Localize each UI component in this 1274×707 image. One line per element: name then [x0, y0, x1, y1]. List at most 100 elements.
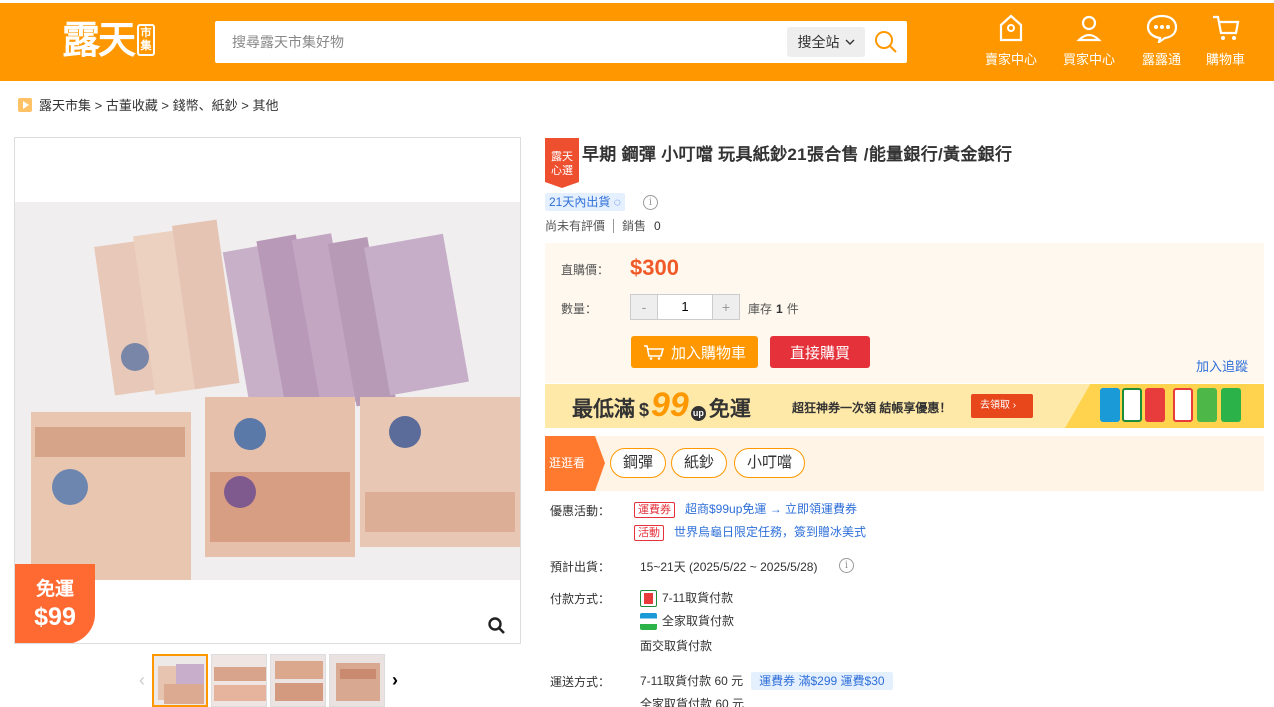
- badge-line1: 露天: [551, 150, 573, 163]
- coupon-cup-icon: [1221, 388, 1241, 422]
- rating-sales: 尚未有評價 銷售 0: [545, 217, 661, 234]
- promo-headline: 最低滿 $ 99 up 免運: [572, 386, 751, 424]
- nav-label: 購物車: [1206, 52, 1246, 67]
- shipping-option: 7-11取貨付款 60 元運費券 滿$299 運費$30: [640, 672, 893, 690]
- nav-label: 露露通: [1142, 52, 1182, 67]
- explore-chip[interactable]: 紙鈔: [671, 448, 728, 478]
- shipping-option-label: 7-11取貨付款 60 元: [640, 674, 744, 688]
- coupon-cup-icon: [1100, 388, 1120, 422]
- stock-prefix: 庫存: [748, 302, 773, 316]
- chevron-down-icon: [845, 39, 854, 45]
- product-photo: [15, 202, 520, 580]
- top-header: 露天 市集 搜全站 賣家中心 買家中心 露露通 購物車: [0, 3, 1274, 81]
- family-mart-icon: [640, 613, 657, 631]
- eta-label: 預計出貨：: [550, 560, 611, 574]
- breadcrumb: 露天市集 > 古董收藏 > 錢幣、紙鈔 > 其他: [18, 95, 278, 114]
- cart-icon: [643, 345, 665, 360]
- stock-unit: 件: [786, 302, 799, 316]
- nav-label: 賣家中心: [985, 52, 1038, 67]
- thumbnail[interactable]: [270, 654, 326, 707]
- payment-label: 付款方式：: [550, 592, 611, 606]
- shipping-coupon[interactable]: 運費券 滿$299 運費$30: [751, 672, 893, 690]
- chevron-left-icon[interactable]: ‹: [135, 670, 149, 691]
- breadcrumb-text[interactable]: 露天市集 > 古董收藏 > 錢幣、紙鈔 > 其他: [39, 95, 278, 114]
- stock-count: 1: [776, 302, 783, 316]
- info-icon[interactable]: i: [643, 195, 658, 210]
- qty-input[interactable]: 1: [657, 295, 713, 319]
- logo-badge: 市集: [137, 24, 156, 56]
- coupon-cup-icon: [1145, 388, 1165, 422]
- payment-option: 7-11取貨付款: [640, 589, 734, 608]
- qty-label: 數量：: [561, 302, 598, 316]
- coupon-cup-icon: [1197, 388, 1217, 422]
- add-tracking-link[interactable]: 加入追蹤: [1196, 356, 1248, 375]
- zoom-icon[interactable]: [486, 615, 508, 637]
- play-icon: [18, 97, 32, 112]
- free-shipping-badge: 免運 $99: [15, 564, 95, 643]
- offer-row: 運費券 超商$99up免運 → 立即領運費券: [634, 500, 857, 518]
- qty-plus-button[interactable]: +: [713, 295, 739, 319]
- thumbnail[interactable]: [211, 654, 267, 707]
- explore-chip[interactable]: 小叮噹: [734, 448, 806, 478]
- explore-label: 逛逛看: [545, 436, 605, 491]
- payment-option-label: 面交取貨付款: [640, 639, 713, 653]
- quantity-stepper: - 1 +: [630, 294, 740, 320]
- search-input[interactable]: [215, 21, 785, 63]
- search-scope-dropdown[interactable]: 搜全站: [787, 27, 865, 57]
- nav-label: 買家中心: [1063, 52, 1116, 67]
- curated-badge: 露天 心選: [545, 138, 579, 188]
- offer-link[interactable]: 超商$99up免運 → 立即領運費券: [685, 502, 857, 516]
- nav-cart[interactable]: 購物車: [1206, 13, 1245, 68]
- seller-center-icon: [999, 14, 1023, 42]
- shipping-label: 運送方式：: [550, 675, 611, 689]
- explore-section: 逛逛看 鋼彈 紙鈔 小叮噹: [545, 436, 1264, 491]
- site-logo[interactable]: 露天 市集: [62, 17, 156, 63]
- thumbnail[interactable]: [329, 654, 385, 707]
- product-main-image[interactable]: 免運 $99: [14, 137, 521, 644]
- claim-label: 去領取: [980, 400, 1010, 411]
- free-shipping-promo-banner[interactable]: 最低滿 $ 99 up 免運 超狂神券一次領 結帳享優惠！ 去領取 ›: [545, 384, 1264, 428]
- offer-tag: 運費券: [634, 502, 675, 518]
- offers-label: 優惠活動：: [550, 504, 611, 518]
- price-value: $300: [630, 255, 679, 280]
- coupon-cup-icon: [1173, 388, 1193, 422]
- free-shipping-line1: 免運: [35, 579, 74, 600]
- nav-seller-center[interactable]: 賣家中心: [985, 13, 1037, 68]
- claim-coupon-button[interactable]: 去領取 ›: [971, 394, 1033, 418]
- payment-option: 全家取貨付款: [640, 612, 735, 631]
- explore-chip[interactable]: 鋼彈: [610, 448, 667, 478]
- offer-tag: 活動: [634, 525, 664, 541]
- thumbnail[interactable]: [152, 654, 208, 707]
- buy-now-button[interactable]: 直接購買: [770, 336, 870, 368]
- eta-value: 15~21天 (2025/5/22 ~ 2025/5/28): [640, 560, 818, 574]
- coupon-cup-icon: [1122, 388, 1142, 422]
- payment-option-label: 7-11取貨付款: [662, 591, 734, 605]
- payment-option-label: 全家取貨付款: [662, 614, 735, 628]
- qty-minus-button[interactable]: -: [631, 295, 657, 319]
- info-icon[interactable]: i: [839, 558, 854, 573]
- cart-icon: [1212, 15, 1239, 40]
- nav-buyer-center[interactable]: 買家中心: [1063, 13, 1115, 68]
- promo-suffix: 免運: [708, 398, 751, 421]
- stock-info: 庫存 1 件: [748, 300, 799, 317]
- thumbnail-strip: ‹ ›: [135, 654, 402, 707]
- rating-text: 尚未有評價: [545, 219, 606, 233]
- search-icon[interactable]: [873, 29, 899, 55]
- shield-icon: ◌: [613, 195, 621, 209]
- shipping-option-label: 全家取貨付款 60 元: [640, 697, 745, 707]
- chevron-right-icon[interactable]: ›: [388, 670, 402, 691]
- nav-chat[interactable]: 露露通: [1142, 13, 1181, 68]
- search-scope-label: 搜全站: [797, 34, 840, 50]
- promo-amount: 99: [651, 386, 689, 424]
- product-title: 早期 鋼彈 小叮噹 玩具紙鈔21張合售 /能量銀行/黃金銀行: [582, 145, 1013, 164]
- chat-icon: [1146, 14, 1177, 43]
- ship-within-tag: 21天內出貨 ◌: [545, 193, 625, 211]
- promo-up: up: [690, 406, 706, 421]
- logo-text: 露天: [62, 17, 136, 62]
- seven-eleven-icon: [640, 590, 657, 608]
- offer-row: 活動 世界烏龜日限定任務，簽到贈冰美式: [634, 523, 866, 541]
- sales-count: 0: [654, 218, 661, 233]
- purchase-panel: 直購價： $300 數量： - 1 + 庫存 1 件 加入購物車 直接購買 加入追蹤: [545, 243, 1264, 383]
- add-to-cart-button[interactable]: 加入購物車: [631, 336, 758, 368]
- offer-link[interactable]: 世界烏龜日限定任務，簽到贈冰美式: [674, 525, 866, 539]
